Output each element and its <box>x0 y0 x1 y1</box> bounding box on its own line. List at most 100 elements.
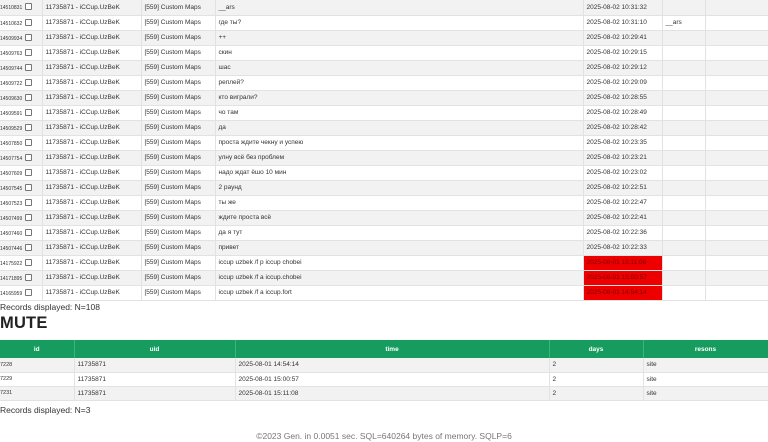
row-map-text: [559] Custom Maps <box>144 259 201 266</box>
mute-header-reason[interactable]: resons <box>643 340 768 358</box>
row-time: 2025-08-01 15:11:08 <box>583 255 663 271</box>
row-select-checkbox[interactable] <box>25 18 33 26</box>
row-select-checkbox[interactable] <box>25 78 33 86</box>
mute-id: 7229 <box>0 372 75 387</box>
row-map: [559] Custom Maps <box>141 90 216 106</box>
mute-header-time[interactable]: time <box>235 340 550 358</box>
row-end <box>705 120 768 136</box>
row-uid: 11735871 - iCCup.UzBeK <box>42 0 142 16</box>
table-row: 14507460 11735871 - iCCup.UzBeK [559] Cust… <box>0 225 768 241</box>
row-select-checkbox[interactable] <box>25 138 33 146</box>
mute-days: 2 <box>549 358 644 373</box>
row-select-checkbox[interactable] <box>25 3 33 11</box>
row-id: 14507446 <box>0 240 43 256</box>
row-time: 2025-08-02 10:23:35 <box>583 135 663 151</box>
row-select-checkbox[interactable] <box>25 243 33 251</box>
row-select-checkbox[interactable] <box>25 213 33 221</box>
row-extra <box>662 45 706 61</box>
row-uid-text: 11735871 - iCCup.UzBeK <box>45 214 120 221</box>
mute-header-row: id uid time days resons <box>0 340 768 358</box>
row-select-checkbox[interactable] <box>25 273 33 281</box>
mute-records-count: Records displayed: N=3 <box>0 405 91 415</box>
row-extra <box>662 180 706 196</box>
row-select-checkbox[interactable] <box>25 288 33 296</box>
mute-header-id[interactable]: id <box>0 340 75 358</box>
row-time: 2025-08-02 10:29:09 <box>583 75 663 91</box>
row-message: надо ждат ёшо 10 мин <box>215 165 584 181</box>
row-end <box>705 60 768 76</box>
row-id: 14507754 <box>0 150 43 166</box>
row-time-text: 2025-08-02 10:22:41 <box>586 214 647 221</box>
mute-section-title: MUTE <box>0 314 48 332</box>
row-select-checkbox[interactable] <box>25 153 33 161</box>
row-select-checkbox[interactable] <box>25 108 33 116</box>
row-map: [559] Custom Maps <box>141 240 216 256</box>
row-map-text: [559] Custom Maps <box>144 124 201 131</box>
page-footer: ©2023 Gen. in 0.0051 sec. SQL=640264 byt… <box>256 431 512 441</box>
row-message-text: да <box>218 124 226 131</box>
row-uid: 11735871 - iCCup.UzBeK <box>42 105 142 121</box>
row-message: iccup uzbek /f p iccup chobei <box>215 255 584 271</box>
mute-uid: 11735871 <box>74 358 236 373</box>
row-extra <box>662 90 706 106</box>
row-time-text: 2025-08-02 10:23:21 <box>586 154 647 161</box>
row-extra <box>662 75 706 91</box>
row-id: 14507545 <box>0 180 43 196</box>
row-extra <box>662 150 706 166</box>
row-time: 2025-08-01 14:54:14 <box>583 285 663 301</box>
mute-header-days[interactable]: days <box>549 340 644 358</box>
row-uid-text: 11735871 - iCCup.UzBeK <box>45 139 120 146</box>
row-message: улну всё без проблем <box>215 150 584 166</box>
row-map-text: [559] Custom Maps <box>144 274 201 281</box>
row-select-checkbox[interactable] <box>25 183 33 191</box>
row-time-text: 2025-08-02 10:22:47 <box>586 199 647 206</box>
row-message-text: ждите проста всё <box>218 214 272 221</box>
row-message-text: шас <box>218 64 231 71</box>
row-select-checkbox[interactable] <box>25 33 33 41</box>
row-extra <box>662 165 706 181</box>
table-row: 14510831 11735871 - iCCup.UzBeK [559] Cust… <box>0 0 768 16</box>
row-message: реплей? <box>215 75 584 91</box>
row-map-text: [559] Custom Maps <box>144 169 201 176</box>
row-map: [559] Custom Maps <box>141 165 216 181</box>
row-select-checkbox[interactable] <box>25 63 33 71</box>
row-time: 2025-08-02 10:23:02 <box>583 165 663 181</box>
row-select-checkbox[interactable] <box>25 93 33 101</box>
mute-reason: site <box>643 386 768 401</box>
row-map: [559] Custom Maps <box>141 30 216 46</box>
row-message-text: iccup uzbek /f a iccup.chobei <box>218 274 302 281</box>
row-id-text: 14509630 <box>0 95 23 102</box>
row-time-text: 2025-08-02 10:22:36 <box>586 229 647 236</box>
row-message-text: скин <box>218 49 232 56</box>
row-map: [559] Custom Maps <box>141 135 216 151</box>
row-extra <box>662 120 706 136</box>
row-select-checkbox[interactable] <box>25 123 33 131</box>
row-id-text: 14175922 <box>0 260 23 267</box>
row-uid: 11735871 - iCCup.UzBeK <box>42 30 142 46</box>
row-map: [559] Custom Maps <box>141 75 216 91</box>
row-time: 2025-08-02 10:22:33 <box>583 240 663 256</box>
row-time-text: 2025-08-02 10:28:42 <box>586 124 647 131</box>
row-select-checkbox[interactable] <box>25 48 33 56</box>
row-message: ты же <box>215 195 584 211</box>
row-message: чо там <box>215 105 584 121</box>
row-time: 2025-08-02 10:28:55 <box>583 90 663 106</box>
row-message-text: ++ <box>218 34 227 41</box>
row-select-checkbox[interactable] <box>25 258 33 266</box>
row-extra <box>662 105 706 121</box>
row-time-text: 2025-08-02 10:28:55 <box>586 94 647 101</box>
row-message: да <box>215 120 584 136</box>
row-end <box>705 15 768 31</box>
row-uid-text: 11735871 - iCCup.UzBeK <box>45 124 120 131</box>
mute-header-uid[interactable]: uid <box>74 340 236 358</box>
row-uid: 11735871 - iCCup.UzBeK <box>42 270 142 286</box>
row-extra <box>662 210 706 226</box>
row-select-checkbox[interactable] <box>25 168 33 176</box>
row-end <box>705 210 768 226</box>
row-message: ждите проста всё <box>215 210 584 226</box>
row-uid: 11735871 - iCCup.UzBeK <box>42 285 142 301</box>
row-extra: __ars <box>662 15 706 31</box>
row-select-checkbox[interactable] <box>25 198 33 206</box>
row-select-checkbox[interactable] <box>25 228 33 236</box>
row-id-text: 14507460 <box>0 230 23 237</box>
